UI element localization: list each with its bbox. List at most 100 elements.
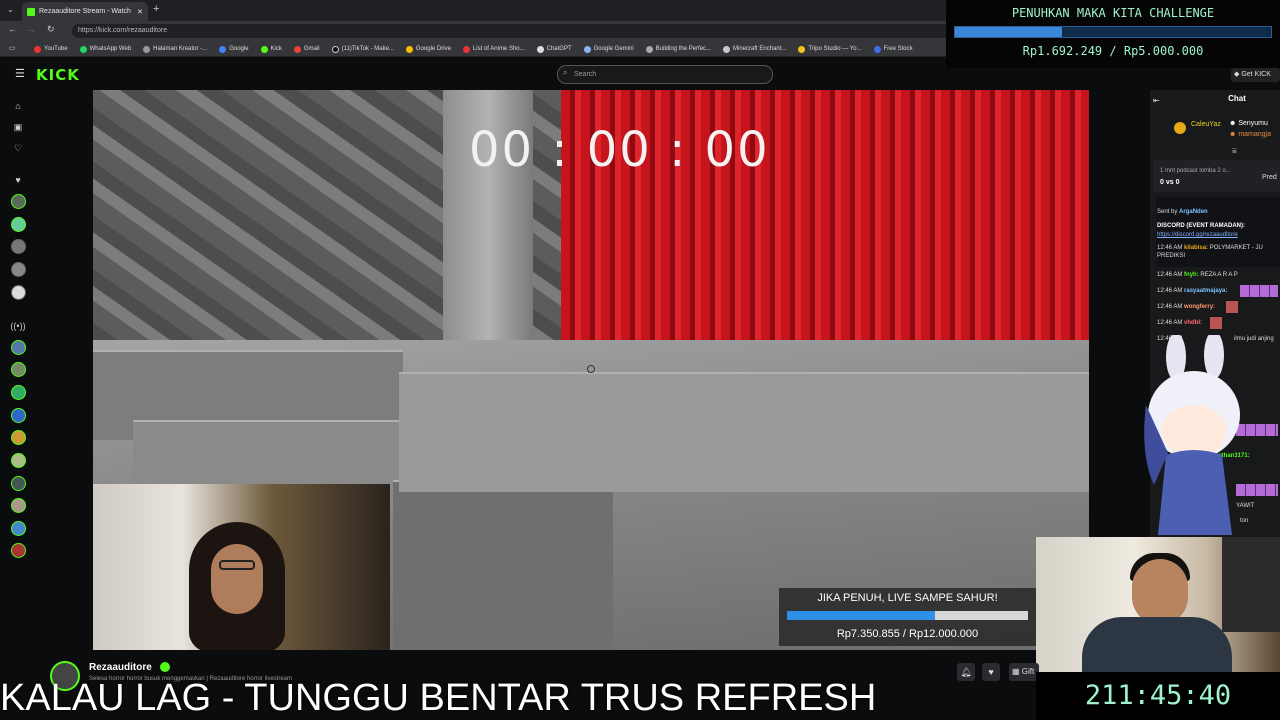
followed-channel-avatar[interactable] <box>11 262 26 277</box>
challenge-amount: Rp1.692.249 / Rp5.000.000 <box>1022 44 1204 58</box>
mascot-ear-right <box>1204 335 1224 379</box>
streamer-face <box>211 544 263 614</box>
bookmark-item[interactable]: Gmail <box>288 45 326 53</box>
bookmark-item[interactable]: Tripo Studio — Yo... <box>792 45 867 53</box>
bookmark-item[interactable]: Google <box>213 45 254 53</box>
bookmark-item[interactable]: Kick <box>255 45 288 53</box>
followed-channel-avatar[interactable] <box>11 285 26 300</box>
challenge-progress-fill <box>955 27 1062 37</box>
bookmark-item[interactable]: Free Stock <box>868 45 919 53</box>
prediction-card[interactable] <box>1153 160 1280 192</box>
bookmark-item[interactable]: Minecraft Enchant... <box>717 45 792 53</box>
browse-icon[interactable]: ▣ <box>10 119 26 135</box>
bookmark-item[interactable]: ChatGPT <box>531 45 578 53</box>
glasses-icon <box>219 560 255 570</box>
bookmark-item[interactable]: Google Drive <box>400 45 457 53</box>
donation-goal-overlay: JIKA PENUH, LIVE SAMPE SAHUR! Rp7.350.85… <box>779 588 1036 646</box>
vtuber-mascot <box>1144 335 1240 535</box>
browser-tab-active[interactable]: Rezaauditore Stream - Watch ✕ <box>22 2 148 21</box>
stream-clock: 211:45:40 <box>1036 672 1280 720</box>
bookmark-list: YouTube WhatsApp Web Halaman Kreator -..… <box>28 41 919 57</box>
bookmark-item[interactable]: (11)TikTok - Make... <box>326 45 400 53</box>
filter-icon[interactable]: ⩸ <box>1232 146 1237 156</box>
follow-heart-icon[interactable]: ♥ <box>982 663 1000 681</box>
crosshair-icon <box>587 365 595 373</box>
recommended-channel-avatar[interactable] <box>11 521 26 536</box>
reload-icon[interactable]: ↻ <box>47 24 55 35</box>
recommended-channel-avatar[interactable] <box>11 498 26 513</box>
prediction-score: 0 vs 0 <box>1160 179 1180 186</box>
kick-logo[interactable]: KICK <box>36 66 80 84</box>
home-icon[interactable]: ⌂ <box>10 98 26 114</box>
following-icon[interactable]: ♡ <box>10 140 26 156</box>
goal-title: JIKA PENUH, LIVE SAMPE SAHUR! <box>817 592 998 604</box>
stone-ledge <box>399 372 1089 492</box>
pinned-user[interactable]: CaleuYaz <box>1191 121 1221 128</box>
pinned-sent-by: Sent by ArgaNden <box>1157 209 1208 215</box>
guest-webcam <box>1036 537 1280 672</box>
chat-message: 12:46 AM fnyh: REZA A R A P <box>1157 272 1238 278</box>
forward-icon[interactable]: → <box>27 24 36 34</box>
bookmark-item[interactable]: Building the Perfec... <box>640 45 717 53</box>
recommended-channel-avatar[interactable] <box>11 543 26 558</box>
menu-icon[interactable]: ☰ <box>15 67 25 80</box>
back-icon[interactable]: ← <box>8 24 17 34</box>
mascot-face <box>1162 405 1226 457</box>
followed-channel-avatar[interactable] <box>11 194 26 209</box>
bookmark-item[interactable]: Google Gemini <box>578 45 640 53</box>
recommended-channel-avatar[interactable] <box>11 385 26 400</box>
bookmark-item[interactable]: Halaman Kreator -... <box>137 45 213 53</box>
url-input[interactable]: https://kick.com/rezaauditore <box>72 24 952 38</box>
tab-title: Rezaauditore Stream - Watch <box>39 8 131 15</box>
chat-message: 12:46 AM wongferry: <box>1157 304 1216 310</box>
tab-list-icon[interactable]: ⌄ <box>7 5 14 14</box>
guest-face <box>1132 559 1188 625</box>
emote-icon <box>1210 317 1222 329</box>
recommended-channel-avatar[interactable] <box>11 362 26 377</box>
close-tab-icon[interactable]: ✕ <box>137 8 143 16</box>
challenge-goal-overlay: PENUHKAN MAKA KITA CHALLENGE Rp1.692.249… <box>946 0 1280 68</box>
challenge-progress-bar <box>954 26 1272 38</box>
apps-icon[interactable]: ▭ <box>9 44 16 52</box>
emote-icon <box>1226 301 1238 313</box>
recommended-channel-avatar[interactable] <box>11 340 26 355</box>
ticker-text: KALAU LAG - TUNGGU BENTAR TRUS REFRESH <box>0 677 877 719</box>
hanging-clothes <box>1222 537 1280 632</box>
goal-progress-bar <box>787 611 1028 620</box>
pinned-right-text: ☻ Senyumu <box>1229 120 1268 127</box>
chat-message: 12:46 AM kilabisa: POLYMARKET - JU PREDI… <box>1157 245 1263 259</box>
goal-amount: Rp7.350.855 / Rp12.000.000 <box>836 628 979 640</box>
goal-progress-fill <box>787 611 935 620</box>
streamer-webcam <box>93 484 390 650</box>
streamer-name[interactable]: Rezaauditore <box>89 662 152 673</box>
followed-channel-avatar[interactable] <box>11 239 26 254</box>
chat-title: Chat <box>1228 94 1246 103</box>
game-timer: 00 : 00 : 00 <box>469 122 770 178</box>
search-icon: ⌕ <box>563 68 568 77</box>
followed-channel-avatar[interactable] <box>11 217 26 232</box>
bookmark-item[interactable]: WhatsApp Web <box>74 45 138 53</box>
bookmark-item[interactable]: List of Anime Sho... <box>457 45 531 53</box>
bookmark-item[interactable]: YouTube <box>28 45 74 53</box>
kick-favicon-icon <box>27 7 35 16</box>
live-channels-icon: ((•)) <box>10 321 26 331</box>
recommended-channel-avatar[interactable] <box>11 430 26 445</box>
new-tab-icon[interactable]: + <box>153 3 159 15</box>
pinned-discord-link[interactable]: https://discord.gg/rezaauditore <box>1157 231 1280 239</box>
favorites-icon[interactable]: ♥ <box>10 172 26 188</box>
recommended-channel-avatar[interactable] <box>11 476 26 491</box>
verified-icon <box>160 662 170 672</box>
get-kick-button[interactable]: ◆ Get KICK <box>1231 68 1280 82</box>
pinned-right-text-2: ☻ mamangja <box>1229 131 1271 138</box>
stone-step <box>393 480 613 650</box>
recommended-channel-avatar[interactable] <box>11 453 26 468</box>
recommended-channel-avatar[interactable] <box>11 408 26 423</box>
search-input[interactable]: Search <box>557 65 773 84</box>
mascot-body <box>1158 450 1232 535</box>
gift-button[interactable]: ▦ Gift <box>1009 663 1039 681</box>
prediction-tab[interactable]: Pred <box>1262 174 1277 181</box>
emote-row <box>1240 285 1278 297</box>
challenge-title: PENUHKAN MAKA KITA CHALLENGE <box>1011 6 1215 20</box>
prediction-title: 1 mnt podcast lomba 2 o... <box>1160 168 1231 174</box>
chat-message: ton <box>1240 518 1249 524</box>
